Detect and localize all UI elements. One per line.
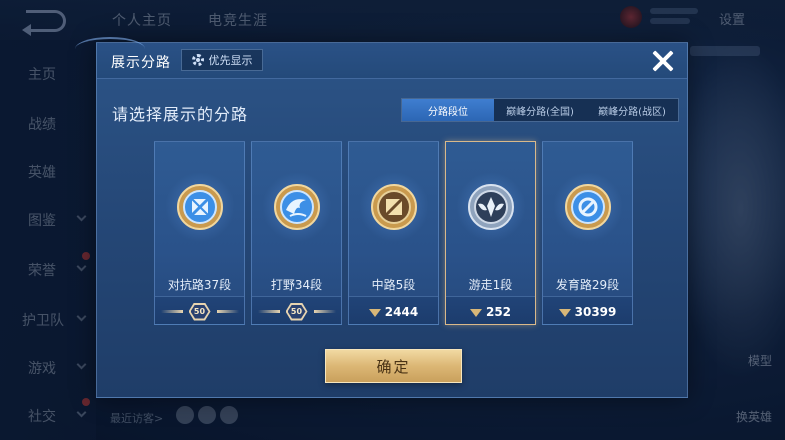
lane-card-footer: 50 <box>252 296 341 324</box>
lane-card-label: 打野34段 <box>270 278 323 292</box>
star-badge-icon: 50 <box>187 302 213 321</box>
close-button[interactable] <box>649 47 677 75</box>
lane-card-label: 发育路29段 <box>555 278 620 292</box>
target-emblem-icon <box>565 184 611 230</box>
wing-decoration <box>216 310 239 313</box>
confirm-button[interactable]: 确定 <box>325 349 462 383</box>
modal-title: 展示分路 <box>111 55 171 71</box>
slash-emblem-icon <box>371 184 417 230</box>
lane-card-footer: 50 <box>155 296 244 324</box>
lane-card-label: 中路5段 <box>371 278 416 292</box>
tab-peak-lane-national[interactable]: 巅峰分路(全国) <box>494 99 586 121</box>
lane-card-farm[interactable]: 发育路29段 30399 <box>542 141 633 325</box>
crossed-swords-emblem-icon <box>177 184 223 230</box>
lane-card-top[interactable]: 对抗路37段 50 <box>154 141 245 325</box>
dragon-emblem-icon <box>274 184 320 230</box>
lane-card-support[interactable]: 游走1段 252 <box>445 141 536 325</box>
rank-points-value: 252 <box>485 304 512 319</box>
lane-card-footer: 252 <box>446 296 535 324</box>
lane-display-modal: 展示分路 优先显示 请选择展示的分路 分路段位 巅峰分路(全国) 巅峰分路(战区… <box>75 37 688 398</box>
priority-display-button[interactable]: 优先显示 <box>181 49 263 71</box>
modal-header: 展示分路 优先显示 <box>75 37 687 79</box>
lane-card-label: 游走1段 <box>468 278 513 292</box>
lane-card-footer: 2444 <box>349 296 438 324</box>
lane-card-mid[interactable]: 中路5段 2444 <box>348 141 439 325</box>
wing-decoration <box>257 310 280 313</box>
gear-icon <box>191 54 204 66</box>
tab-lane-rank[interactable]: 分路段位 <box>402 99 494 121</box>
modal-subtitle: 请选择展示的分路 <box>112 105 249 124</box>
lane-cards: 对抗路37段 50 打野34段 50 中路5段 2444 游走1段 252 发育… <box>154 141 634 325</box>
rank-points-icon <box>469 307 482 317</box>
rank-points-icon <box>558 307 571 317</box>
support-wings-emblem-icon <box>468 184 514 230</box>
lane-tab-group: 分路段位 巅峰分路(全国) 巅峰分路(战区) <box>401 98 679 122</box>
tab-peak-lane-region[interactable]: 巅峰分路(战区) <box>586 99 678 121</box>
rank-points-icon <box>368 307 381 317</box>
wing-decoration <box>160 310 183 313</box>
lane-card-footer: 30399 <box>543 296 632 324</box>
lane-card-jungle[interactable]: 打野34段 50 <box>251 141 342 325</box>
priority-display-label: 优先显示 <box>208 54 253 67</box>
rank-points-value: 2444 <box>384 304 419 319</box>
lane-card-label: 对抗路37段 <box>167 278 232 292</box>
rank-points-value: 30399 <box>574 304 617 319</box>
wing-decoration <box>313 310 336 313</box>
star-badge-icon: 50 <box>284 302 310 321</box>
